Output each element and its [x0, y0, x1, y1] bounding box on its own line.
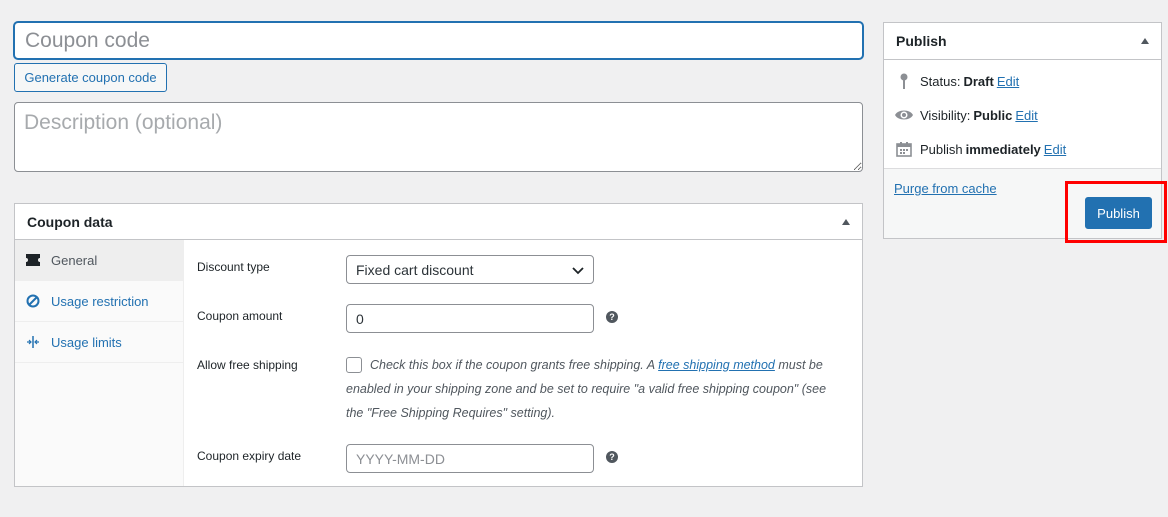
discount-type-value: Fixed cart discount [356, 261, 474, 278]
coupon-data-header: Coupon data [15, 204, 862, 240]
coupon-expiry-input[interactable] [346, 444, 594, 473]
tab-general-label: General [51, 252, 98, 268]
free-shipping-description: Check this box if the coupon grants free… [346, 358, 827, 420]
schedule-edit-link[interactable]: Edit [1044, 142, 1066, 157]
coupon-data-box: Coupon data General Usage restriction Us… [14, 203, 863, 487]
calendar-icon [894, 140, 914, 158]
status-value: Draft [963, 73, 994, 89]
collapse-toggle-icon[interactable] [842, 218, 850, 225]
publish-title: Publish [896, 33, 947, 49]
coupon-expiry-label: Coupon expiry date [197, 449, 302, 463]
publish-header: Publish [884, 23, 1161, 60]
help-tip-icon[interactable]: ? [606, 311, 618, 323]
coupon-amount-label: Coupon amount [197, 309, 283, 323]
visibility-row: Visibility: Public Edit [894, 106, 1038, 124]
discount-type-label: Discount type [197, 260, 270, 274]
tab-usage-restriction[interactable]: Usage restriction [15, 281, 183, 322]
eye-icon [894, 106, 914, 124]
block-icon [25, 293, 41, 309]
publish-box: Publish Status: Draft Edit Visibility: Pub… [883, 22, 1162, 239]
status-edit-link[interactable]: Edit [997, 74, 1019, 89]
limits-icon [25, 334, 41, 350]
coupon-amount-input[interactable] [346, 304, 594, 333]
coupon-code-input[interactable] [14, 22, 863, 59]
discount-type-select[interactable]: Fixed cart discount [346, 255, 594, 284]
free-shipping-label: Allow free shipping [197, 358, 298, 372]
general-panel: Discount type Fixed cart discount Coupon… [185, 240, 862, 486]
generate-coupon-code-button[interactable]: Generate coupon code [14, 63, 167, 92]
tab-usage-limits[interactable]: Usage limits [15, 322, 183, 363]
description-field[interactable] [14, 102, 863, 172]
publish-button[interactable]: Publish [1085, 197, 1152, 229]
visibility-edit-link[interactable]: Edit [1015, 108, 1037, 123]
free-shipping-method-link[interactable]: free shipping method [658, 358, 775, 372]
publish-actions: Purge from cache Publish [884, 168, 1161, 238]
status-row: Status: Draft Edit [894, 72, 1019, 90]
chevron-down-icon [572, 262, 584, 278]
collapse-toggle-icon[interactable] [1141, 38, 1149, 44]
schedule-row: Publish immediately Edit [894, 140, 1066, 158]
coupon-data-tabs: General Usage restriction Usage limits [15, 240, 184, 486]
coupon-data-title: Coupon data [27, 213, 113, 230]
ticket-icon [25, 252, 41, 268]
pin-icon [894, 72, 914, 90]
schedule-value: immediately [965, 141, 1041, 157]
tab-usage-limits-label: Usage limits [51, 334, 122, 350]
tab-general[interactable]: General [15, 240, 183, 281]
tab-usage-restriction-label: Usage restriction [51, 293, 149, 309]
purge-cache-link[interactable]: Purge from cache [894, 181, 997, 196]
help-tip-icon[interactable]: ? [606, 451, 618, 463]
visibility-value: Public [973, 107, 1013, 123]
